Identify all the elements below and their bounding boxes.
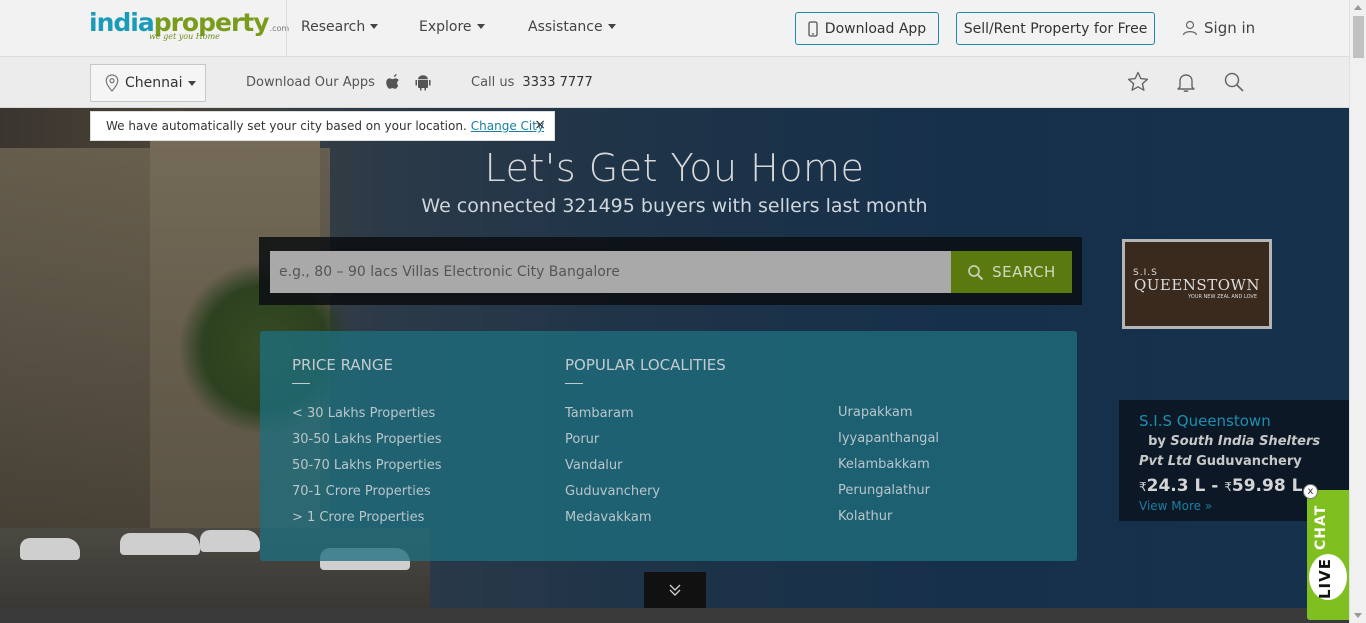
city-detected-tooltip: We have automatically set your city base… (90, 111, 555, 141)
call-number[interactable]: 3333 7777 (522, 75, 592, 90)
mobile-phone-icon (808, 20, 818, 37)
page-scrollbar[interactable] (1349, 0, 1366, 623)
call-label: Call us (471, 75, 515, 90)
nav-research[interactable]: Research (301, 19, 379, 35)
ad-line-2: QUEENSTOWN (1133, 276, 1261, 294)
user-icon (1182, 20, 1198, 36)
chevron-down-icon (188, 80, 197, 86)
download-apps-text: Download Our Apps (246, 75, 375, 90)
top-header: indiaproperty.com we get you Home Resear… (0, 0, 1349, 57)
change-city-link[interactable]: Change City (471, 119, 544, 133)
hero-subtitle: We connected 321495 buyers with sellers … (421, 195, 928, 217)
indiaproperty-logo[interactable]: indiaproperty.com we get you Home (89, 8, 289, 41)
locality-link[interactable]: Vandalur (565, 458, 623, 473)
scroll-down-button[interactable] (644, 572, 706, 608)
popular-localities-heading: POPULAR LOCALITIES (565, 356, 726, 374)
secondary-bar: Chennai Download Our Apps Call us 3333 77… (0, 57, 1349, 108)
price-heading-underline (292, 383, 310, 384)
star-icon[interactable] (1126, 70, 1150, 94)
live-chat-widget[interactable]: x CHAT LIVE (1303, 484, 1349, 620)
sell-rent-property-button[interactable]: Sell/Rent Property for Free (956, 12, 1155, 45)
project-builder: by South India Shelters Pvt Ltd Guduvanc… (1139, 434, 1321, 469)
project-price: ₹24.3 L - ₹59.98 L (1139, 476, 1303, 496)
price-link[interactable]: 70-1 Crore Properties (292, 484, 431, 499)
nav-assistance[interactable]: Assistance (528, 19, 616, 35)
bell-icon[interactable] (1174, 70, 1198, 94)
apple-icon[interactable] (386, 73, 401, 91)
search-icon (968, 264, 984, 280)
sign-in-label: Sign in (1204, 19, 1256, 37)
chevron-down-icon (370, 24, 379, 29)
below-fold-strip (0, 608, 1349, 623)
download-app-label: Download App (824, 20, 927, 37)
locality-link[interactable]: Kolathur (838, 509, 892, 524)
scroll-up-arrow-icon[interactable] (1354, 5, 1362, 10)
scrollbar-thumb[interactable] (1353, 16, 1364, 58)
double-chevron-right-icon: » (1204, 499, 1213, 513)
locality-link[interactable]: Tambaram (565, 406, 634, 421)
search-icon[interactable] (1222, 70, 1246, 94)
locality-link[interactable]: Perungalathur (838, 483, 930, 498)
logo-tagline: we get you Home (149, 32, 220, 41)
hero-title: Let's Get You Home (484, 146, 865, 190)
price-link[interactable]: 50-70 Lakhs Properties (292, 458, 442, 473)
search-button[interactable]: SEARCH (951, 251, 1072, 293)
chevron-down-icon (607, 24, 616, 29)
queenstown-ad-banner[interactable]: S.I.S QUEENSTOWN YOUR NEW ZEAL AND LOVE (1122, 239, 1272, 329)
price-link[interactable]: < 30 Lakhs Properties (292, 406, 435, 421)
search-container: e.g., 80 – 90 lacs Villas Electronic Cit… (259, 237, 1082, 305)
city-selector[interactable]: Chennai (90, 64, 206, 102)
ad-line-3: YOUR NEW ZEAL AND LOVE (1188, 294, 1257, 300)
view-more-link[interactable]: View More » (1139, 499, 1329, 513)
locality-link[interactable]: Porur (565, 432, 599, 447)
nav-explore[interactable]: Explore (419, 19, 485, 35)
header-divider (286, 0, 287, 57)
locality-link[interactable]: Iyyapanthangal (838, 431, 939, 446)
quick-links-panel: PRICE RANGE < 30 Lakhs Properties 30-50 … (260, 331, 1077, 561)
scroll-down-arrow-icon[interactable] (1354, 613, 1362, 618)
property-search-input[interactable]: e.g., 80 – 90 lacs Villas Electronic Cit… (270, 251, 951, 293)
city-name: Chennai (125, 75, 183, 91)
price-range-heading: PRICE RANGE (292, 356, 394, 374)
price-link[interactable]: 30-50 Lakhs Properties (292, 432, 442, 447)
close-icon[interactable]: × (534, 117, 546, 133)
hero-banner: Let's Get You Home We connected 321495 b… (0, 108, 1349, 608)
price-link[interactable]: > 1 Crore Properties (292, 510, 424, 525)
double-chevron-down-icon (669, 584, 681, 596)
close-icon[interactable]: x (1303, 484, 1318, 499)
chevron-down-icon (476, 24, 485, 29)
sell-rent-label: Sell/Rent Property for Free (963, 20, 1148, 37)
tooltip-text: We have automatically set your city base… (106, 119, 467, 133)
location-pin-icon (105, 74, 119, 92)
locality-link[interactable]: Medavakkam (565, 510, 652, 525)
project-name[interactable]: S.I.S Queenstown (1139, 412, 1329, 430)
locality-link[interactable]: Kelambakkam (838, 457, 930, 472)
live-chat-label-live: LIVE (1316, 558, 1334, 599)
android-icon[interactable] (415, 73, 431, 91)
download-app-button[interactable]: Download App (795, 12, 939, 45)
call-us-info: Call us 3333 7777 (471, 75, 593, 90)
live-chat-label: CHAT (1313, 504, 1329, 550)
sign-in-link[interactable]: Sign in (1182, 19, 1255, 37)
locality-link[interactable]: Guduvanchery (565, 484, 660, 499)
search-button-label: SEARCH (992, 263, 1056, 281)
localities-heading-underline (565, 383, 583, 384)
locality-link[interactable]: Urapakkam (838, 405, 913, 420)
